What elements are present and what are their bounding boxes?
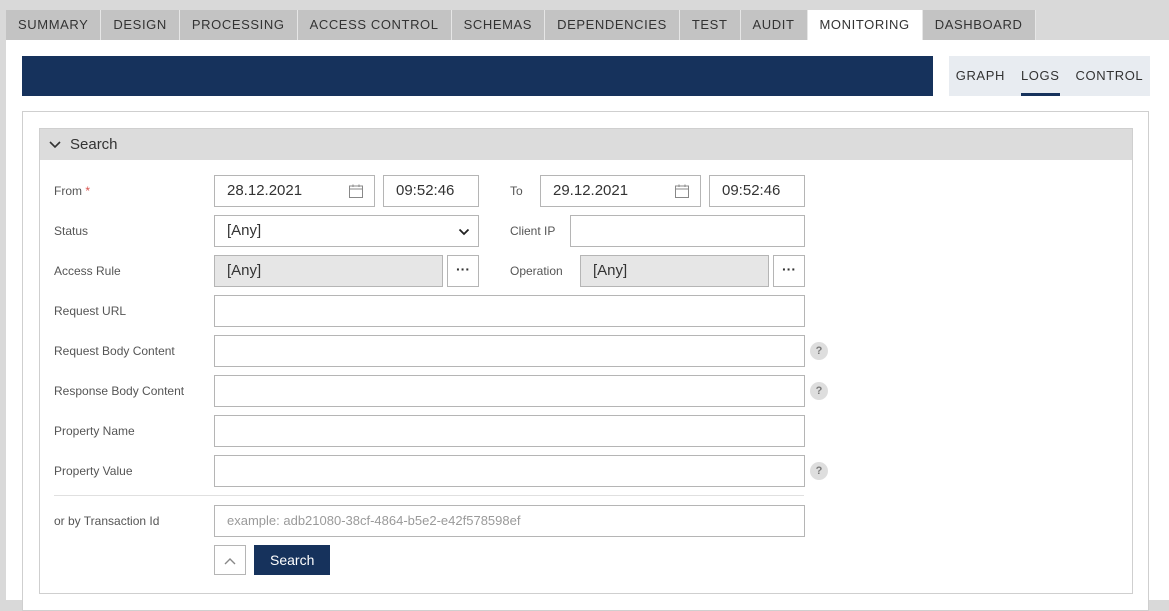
help-icon[interactable]: ? xyxy=(810,342,828,360)
chevron-up-icon xyxy=(224,558,236,565)
required-mark: * xyxy=(85,184,91,198)
access-rule-browse-button[interactable]: ··· xyxy=(447,255,479,287)
operation-input: [Any] xyxy=(580,255,769,287)
request-body-label: Request Body Content xyxy=(54,344,175,358)
request-url-input[interactable] xyxy=(214,295,805,327)
tab-test[interactable]: TEST xyxy=(679,10,741,40)
tab-audit[interactable]: AUDIT xyxy=(740,10,808,40)
property-value-label: Property Value xyxy=(54,464,133,478)
from-label-text: From xyxy=(54,184,82,198)
request-url-label: Request URL xyxy=(54,304,127,318)
help-icon[interactable]: ? xyxy=(810,382,828,400)
transaction-id-label: or by Transaction Id xyxy=(54,514,160,528)
status-label: Status xyxy=(54,224,89,238)
search-panel-header[interactable]: Search xyxy=(40,129,1132,160)
tab-design[interactable]: DESIGN xyxy=(101,10,180,40)
transaction-id-input[interactable]: example: adb21080-38cf-4864-b5e2-e42f578… xyxy=(214,505,805,537)
from-date-input[interactable]: 28.12.2021 xyxy=(214,175,375,207)
tab-schemas[interactable]: SCHEMAS xyxy=(451,10,546,40)
from-time-value: 09:52:46 xyxy=(396,182,455,199)
header-bar xyxy=(22,56,933,96)
status-select[interactable]: [Any] xyxy=(214,215,479,247)
form-divider xyxy=(54,495,804,496)
chevron-down-icon xyxy=(49,140,61,148)
search-panel: Search From * 28.12.2021 09:52:46 To 29.… xyxy=(39,128,1133,594)
access-rule-label: Access Rule xyxy=(54,264,121,278)
to-label: To xyxy=(510,184,523,198)
operation-label: Operation xyxy=(510,264,563,278)
client-ip-input[interactable] xyxy=(570,215,805,247)
help-icon[interactable]: ? xyxy=(810,462,828,480)
property-name-input[interactable] xyxy=(214,415,805,447)
logs-panel: Search From * 28.12.2021 09:52:46 To 29.… xyxy=(22,111,1149,611)
top-tab-bar: SUMMARY DESIGN PROCESSING ACCESS CONTROL… xyxy=(6,10,1036,40)
monitoring-subnav: GRAPH LOGS CONTROL xyxy=(949,56,1150,96)
status-value: [Any] xyxy=(227,222,262,239)
request-body-input[interactable] xyxy=(214,335,805,367)
operation-browse-button[interactable]: ··· xyxy=(773,255,805,287)
to-date-input[interactable]: 29.12.2021 xyxy=(540,175,701,207)
calendar-icon[interactable] xyxy=(348,183,364,199)
access-rule-input: [Any] xyxy=(214,255,443,287)
tab-processing[interactable]: PROCESSING xyxy=(179,10,298,40)
tab-monitoring[interactable]: MONITORING xyxy=(807,10,923,40)
client-ip-label: Client IP xyxy=(510,224,556,238)
response-body-input[interactable] xyxy=(214,375,805,407)
from-time-input[interactable]: 09:52:46 xyxy=(383,175,479,207)
search-button[interactable]: Search xyxy=(254,545,331,575)
tab-dashboard[interactable]: DASHBOARD xyxy=(922,10,1036,40)
from-date-value: 28.12.2021 xyxy=(227,182,303,199)
subnav-logs[interactable]: LOGS xyxy=(1020,56,1060,96)
search-panel-title: Search xyxy=(70,136,118,153)
to-time-input[interactable]: 09:52:46 xyxy=(709,175,805,207)
tab-summary[interactable]: SUMMARY xyxy=(6,10,102,40)
property-value-input[interactable] xyxy=(214,455,805,487)
tab-dependencies[interactable]: DEPENDENCIES xyxy=(545,10,680,40)
subnav-graph[interactable]: GRAPH xyxy=(956,56,1005,96)
from-label: From * xyxy=(54,184,90,198)
subnav-control[interactable]: CONTROL xyxy=(1076,56,1144,96)
to-time-value: 09:52:46 xyxy=(722,182,781,199)
property-name-label: Property Name xyxy=(54,424,135,438)
collapse-button[interactable] xyxy=(214,545,246,575)
main-content: GRAPH LOGS CONTROL Search From * 28.12.2… xyxy=(6,40,1169,611)
tab-access-control[interactable]: ACCESS CONTROL xyxy=(297,10,452,40)
to-date-value: 29.12.2021 xyxy=(553,182,629,199)
response-body-label: Response Body Content xyxy=(54,384,185,398)
calendar-icon[interactable] xyxy=(674,183,690,199)
chevron-down-icon xyxy=(458,228,470,236)
